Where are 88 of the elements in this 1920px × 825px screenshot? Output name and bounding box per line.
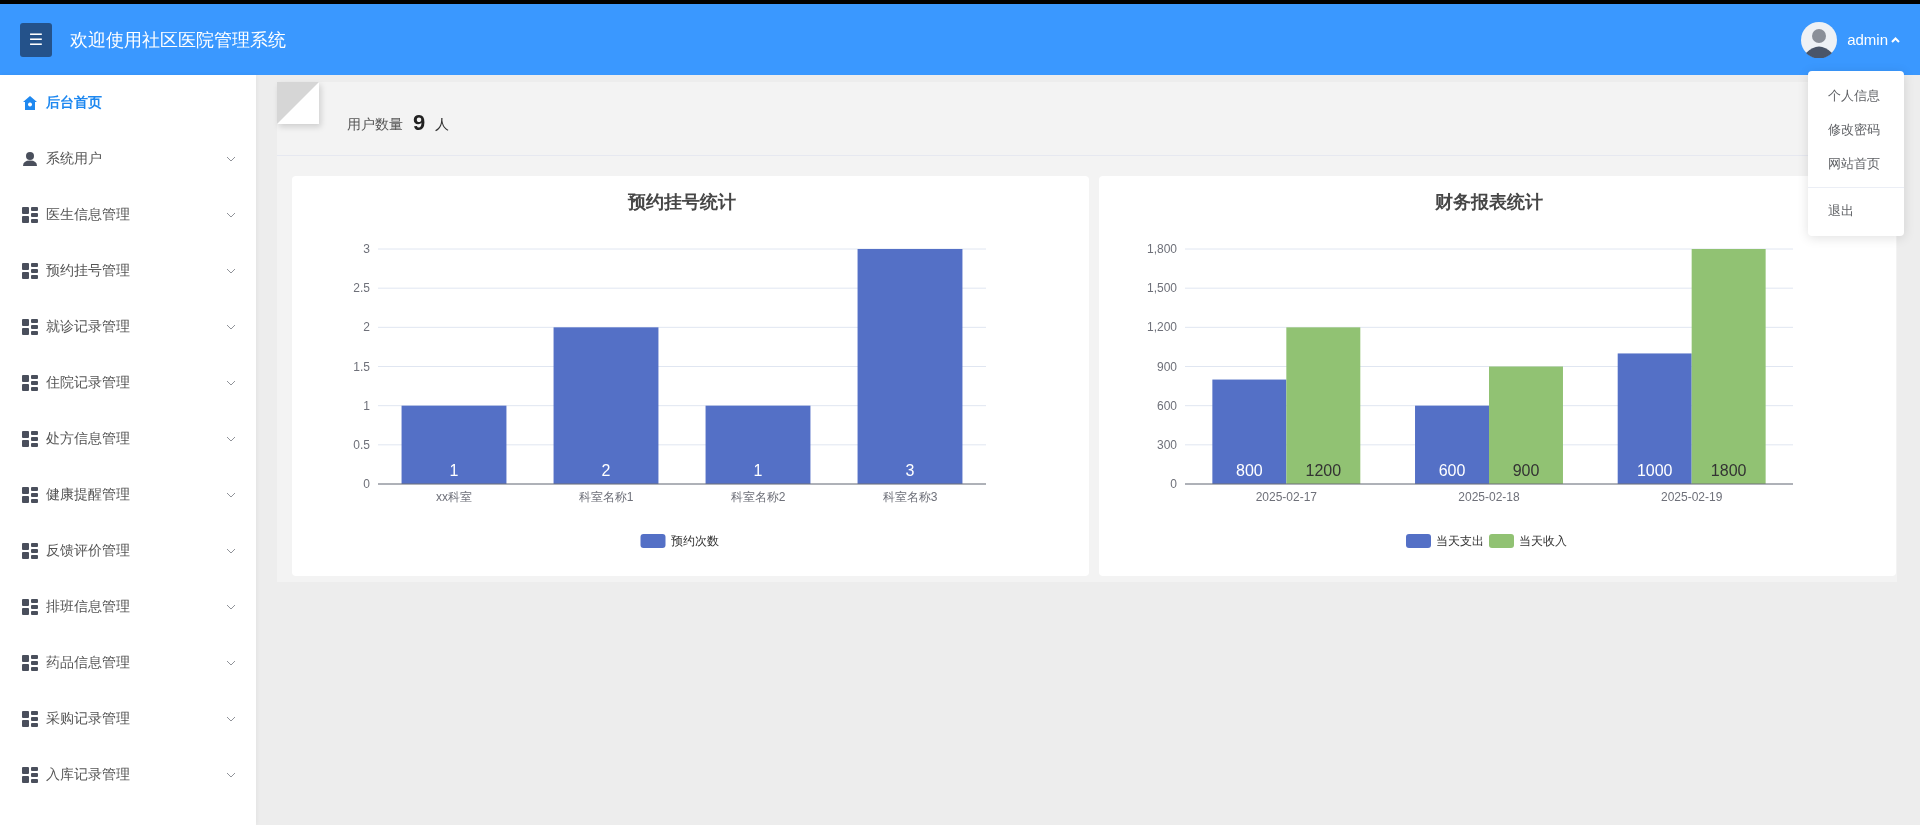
sidebar-item[interactable]: 反馈评价管理 bbox=[0, 523, 256, 579]
sidebar-item[interactable]: 处方信息管理 bbox=[0, 411, 256, 467]
data-label: 1000 bbox=[1636, 462, 1673, 479]
chevron-icon bbox=[226, 660, 236, 666]
legend-label: 当天收入 bbox=[1519, 534, 1567, 548]
data-label: 1 bbox=[449, 462, 459, 479]
legend-label: 预约次数 bbox=[670, 534, 719, 548]
menu-item[interactable]: 退出 bbox=[1808, 194, 1904, 228]
axis-label: 2025-02-19 bbox=[1660, 490, 1723, 504]
sidebar-item[interactable]: 就诊记录管理 bbox=[0, 299, 256, 355]
chart-title: 财务报表统计 bbox=[1435, 192, 1543, 212]
axis-label: 0 bbox=[1170, 477, 1177, 491]
axis-label: 科室名称3 bbox=[882, 490, 938, 504]
data-label: 2 bbox=[601, 462, 611, 479]
axis-label: xx科室 bbox=[436, 490, 472, 504]
caret-icon bbox=[1891, 36, 1900, 43]
chevron-icon bbox=[226, 492, 236, 498]
sidebar-item[interactable]: 系统用户 bbox=[0, 131, 256, 187]
legend-swatch[interactable] bbox=[1406, 534, 1431, 548]
avatar[interactable] bbox=[1801, 21, 1838, 58]
chevron-icon bbox=[226, 772, 236, 778]
chart-title: 预约挂号统计 bbox=[628, 192, 736, 212]
axis-label: 1.5 bbox=[353, 359, 370, 374]
axis-label: 0 bbox=[363, 477, 370, 491]
menu-button[interactable]: ☰ bbox=[20, 22, 52, 57]
axis-label: 1,800 bbox=[1146, 242, 1177, 256]
grid-icon bbox=[22, 263, 38, 279]
chevron-icon bbox=[226, 212, 236, 218]
grid-icon bbox=[22, 431, 38, 447]
grid-icon bbox=[22, 207, 38, 223]
chevron-icon bbox=[226, 604, 236, 610]
axis-label: 科室名称1 bbox=[578, 490, 634, 504]
legend-label: 当天支出 bbox=[1436, 534, 1484, 548]
data-label: 600 bbox=[1438, 462, 1466, 479]
stat-unit: 人 bbox=[435, 115, 450, 134]
menu-item[interactable]: 修改密码 bbox=[1808, 113, 1904, 147]
app-title: 欢迎使用社区医院管理系统 bbox=[70, 28, 286, 52]
axis-label: 300 bbox=[1156, 437, 1177, 452]
sidebar-item[interactable]: 药品信息管理 bbox=[0, 635, 256, 691]
chevron-icon bbox=[226, 380, 236, 386]
chevron-icon bbox=[226, 268, 236, 274]
data-label: 1 bbox=[753, 462, 763, 479]
sidebar-item[interactable]: 排班信息管理 bbox=[0, 579, 256, 635]
axis-label: 2025-02-17 bbox=[1255, 490, 1318, 504]
chevron-icon bbox=[226, 716, 236, 722]
legend-swatch[interactable] bbox=[640, 534, 666, 548]
grid-icon bbox=[22, 767, 38, 783]
sidebar-item[interactable]: 入库记录管理 bbox=[0, 747, 256, 803]
axis-label: 900 bbox=[1156, 359, 1177, 374]
grid-icon bbox=[22, 319, 38, 335]
axis-label: 科室名称2 bbox=[730, 490, 786, 504]
grid-icon bbox=[22, 655, 38, 671]
chevron-icon bbox=[226, 156, 236, 162]
axis-label: 2 bbox=[363, 320, 370, 335]
data-label: 900 bbox=[1512, 462, 1540, 479]
chevron-icon bbox=[226, 324, 236, 330]
sidebar-item[interactable]: 医生信息管理 bbox=[0, 187, 256, 243]
axis-label: 2025-02-18 bbox=[1458, 490, 1520, 504]
menu-item[interactable]: 网站首页 bbox=[1808, 147, 1904, 181]
axis-label: 2.5 bbox=[353, 281, 370, 296]
axis-label: 3 bbox=[363, 242, 370, 256]
axis-label: 1,200 bbox=[1146, 320, 1177, 335]
grid-icon bbox=[22, 599, 38, 615]
axis-label: 600 bbox=[1156, 398, 1177, 413]
legend-swatch[interactable] bbox=[1489, 534, 1514, 548]
stat-label: 用户数量 bbox=[347, 115, 403, 134]
axis-label: 0.5 bbox=[353, 437, 370, 452]
grid-icon bbox=[22, 543, 38, 559]
axis-label: 1,500 bbox=[1146, 281, 1177, 296]
chevron-icon bbox=[226, 436, 236, 442]
grid-icon bbox=[22, 375, 38, 391]
sidebar-item[interactable]: 采购记录管理 bbox=[0, 691, 256, 747]
stat-value: 9 bbox=[413, 109, 426, 136]
grid-icon bbox=[22, 711, 38, 727]
user-icon bbox=[22, 151, 38, 167]
home-icon bbox=[22, 95, 38, 111]
sidebar-item[interactable]: 预约挂号管理 bbox=[0, 243, 256, 299]
data-label: 1800 bbox=[1710, 462, 1747, 479]
grid-icon bbox=[22, 487, 38, 503]
data-label: 3 bbox=[905, 462, 915, 479]
sidebar-item[interactable]: 住院记录管理 bbox=[0, 355, 256, 411]
menu-item[interactable]: 个人信息 bbox=[1808, 79, 1904, 113]
sidebar-item[interactable]: 健康提醒管理 bbox=[0, 467, 256, 523]
chevron-icon bbox=[226, 548, 236, 554]
data-label: 800 bbox=[1236, 462, 1263, 479]
axis-label: 1 bbox=[363, 398, 370, 413]
sidebar-item[interactable]: 后台首页 bbox=[0, 75, 256, 131]
data-label: 1200 bbox=[1305, 462, 1342, 479]
